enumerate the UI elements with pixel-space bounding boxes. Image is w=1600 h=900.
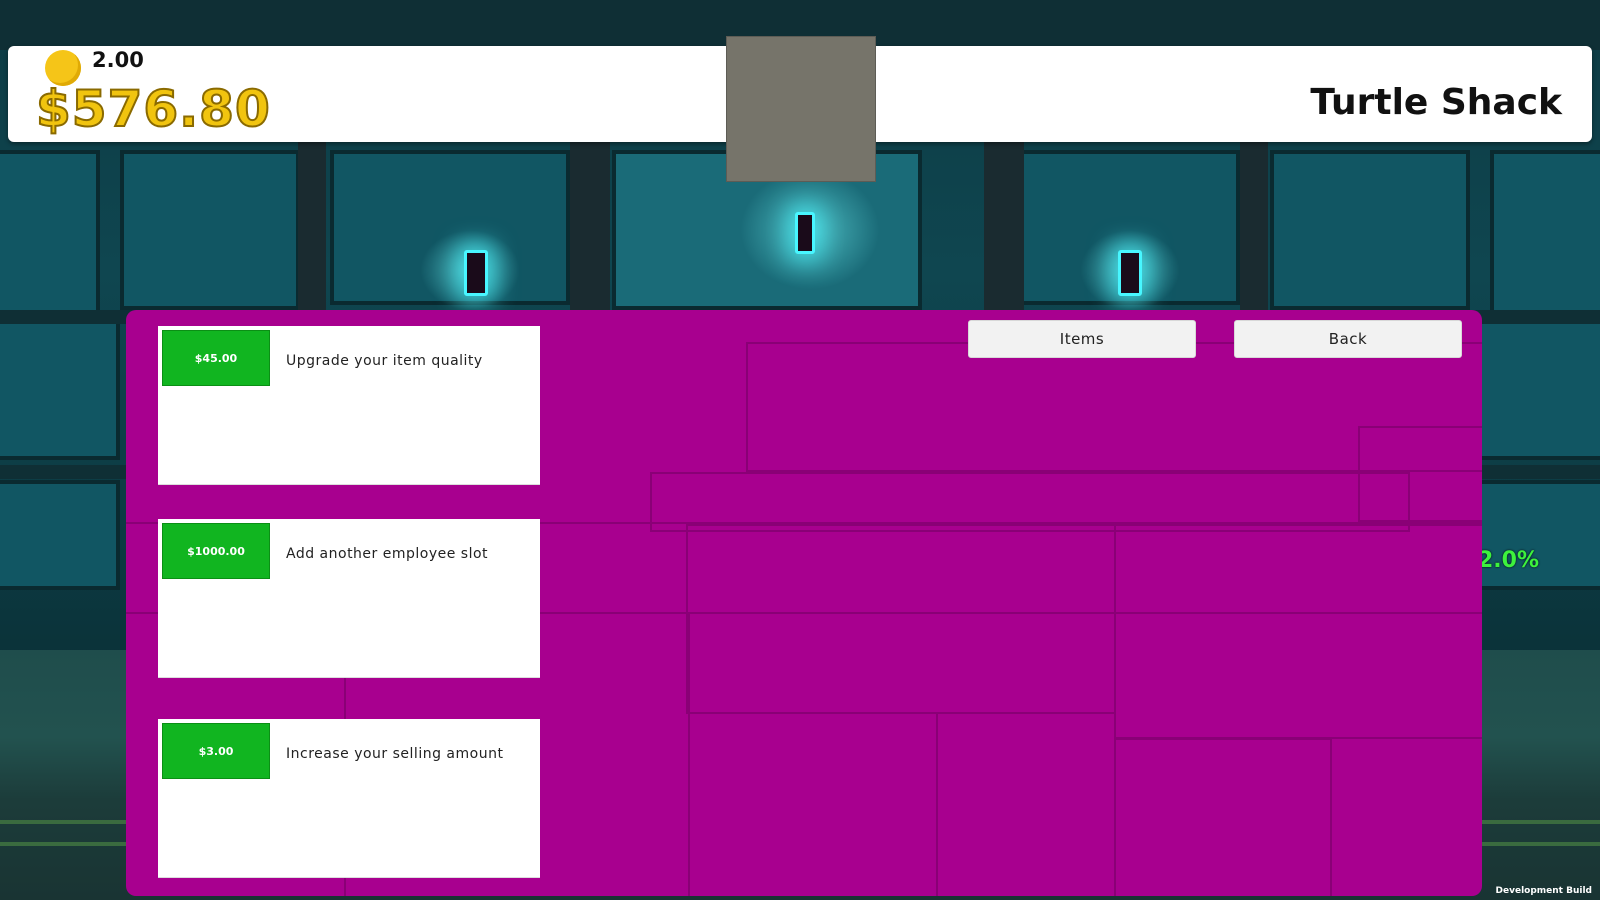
items-tab-button[interactable]: Items	[968, 320, 1196, 358]
shop-name: Turtle Shack	[1310, 82, 1562, 123]
buy-upgrade-button[interactable]: $1000.00	[162, 523, 270, 579]
window-pane	[1490, 150, 1600, 315]
upgrades-panel: Items Back $45.00 Upgrade your item qual…	[126, 310, 1482, 896]
window-pane	[0, 480, 120, 590]
panel-seam	[1114, 524, 1482, 739]
window-pane	[0, 150, 100, 315]
upgrade-card: $1000.00 Add another employee slot	[158, 519, 540, 678]
window-pane	[1270, 150, 1470, 310]
ceiling-lamp	[795, 212, 815, 254]
upgrade-description: Upgrade your item quality	[286, 353, 483, 369]
back-button[interactable]: Back	[1234, 320, 1462, 358]
panel-seam	[686, 524, 1116, 714]
window-pane	[120, 150, 300, 310]
wall-lamp	[1118, 250, 1142, 296]
cash-balance: $576.80	[35, 79, 271, 139]
panel-seam	[936, 712, 1116, 896]
shop-preview-box	[726, 36, 876, 182]
upgrade-card: $3.00 Increase your selling amount	[158, 719, 540, 878]
panel-seam	[1114, 738, 1332, 896]
coin-count: 2.00	[92, 48, 144, 72]
upgrade-card: $45.00 Upgrade your item quality	[158, 326, 540, 485]
upgrade-description: Add another employee slot	[286, 546, 489, 562]
wall-lamp	[464, 250, 488, 296]
development-build-label: Development Build	[1495, 886, 1592, 896]
buy-upgrade-button[interactable]: $3.00	[162, 723, 270, 779]
progress-percent-label: 2.0%	[1478, 548, 1540, 573]
panel-seam	[1358, 426, 1482, 522]
window-pane	[1470, 320, 1600, 460]
upgrade-description: Increase your selling amount	[286, 746, 504, 762]
window-pane	[0, 320, 120, 460]
buy-upgrade-button[interactable]: $45.00	[162, 330, 270, 386]
window-pane	[1470, 480, 1600, 590]
